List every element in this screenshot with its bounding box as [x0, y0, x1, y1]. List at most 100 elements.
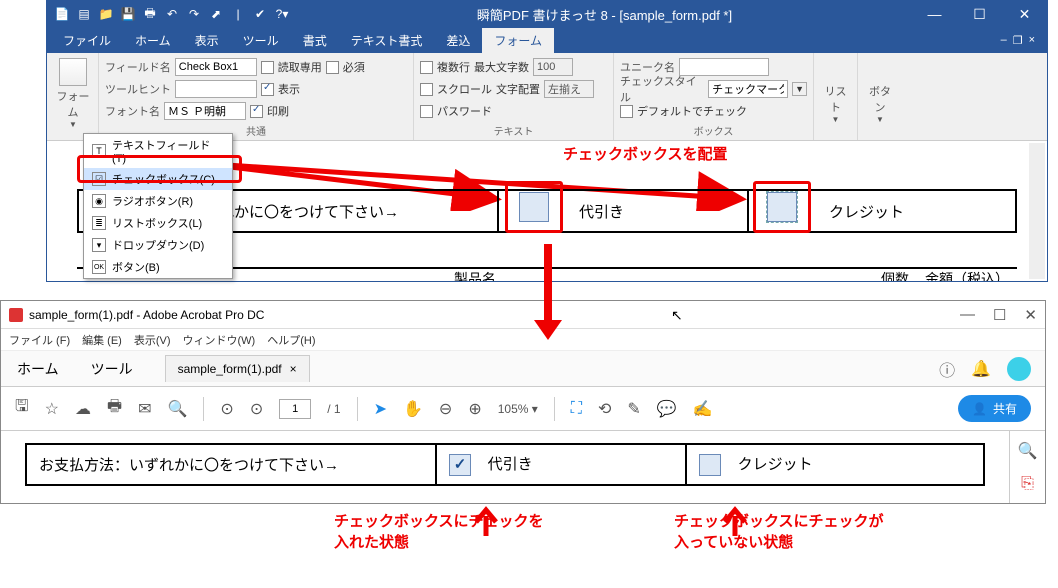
maximize-button[interactable]: ☐ [957, 1, 1002, 27]
dd-button[interactable]: OKボタン(B) [84, 256, 232, 278]
titlebar: 📄 ▤ 📁 💾 🖶 ↶ ↷ ⬈ | ✔ ?▾ 瞬簡PDF 書けまっせ 8 - [… [47, 1, 1047, 27]
dd-radio[interactable]: ◉ラジオボタン(R) [84, 190, 232, 212]
fit-icon[interactable]: ⛶ [571, 400, 582, 418]
select-icon[interactable]: ➤ [374, 399, 387, 419]
checkbox-unchecked[interactable] [699, 454, 721, 476]
zoom-in-icon[interactable]: ⊕ [468, 399, 481, 419]
print-checkbox[interactable] [250, 105, 263, 118]
ribbon-group-form: フォーム ▼ [47, 53, 99, 140]
align-input [544, 80, 594, 98]
checkstyle-select[interactable] [708, 80, 788, 98]
close-tab-icon[interactable]: × [290, 362, 297, 376]
chevron-down-icon[interactable]: ▼ [792, 82, 807, 96]
next-page-icon[interactable]: ⊙ [250, 399, 263, 419]
menu-view[interactable]: 表示(V) [134, 332, 171, 348]
share-button[interactable]: 👤共有 [958, 395, 1031, 422]
close-button[interactable]: ✕ [1002, 1, 1047, 27]
print-icon[interactable]: 🖶 [107, 395, 122, 422]
window-title: 瞬簡PDF 書けまっせ 8 - [sample_form.pdf *] [297, 5, 912, 24]
bell-icon[interactable]: 🔔 [971, 359, 991, 379]
qat-new-icon[interactable]: ▤ [75, 5, 93, 23]
page-input[interactable] [279, 399, 311, 419]
table-row: お支払方法：いずれかに〇をつけて下さい→ ✓ 代引き クレジット [26, 444, 984, 485]
default-check-checkbox[interactable] [620, 105, 633, 118]
menu-tool[interactable]: ツール [231, 28, 291, 53]
qat-redo-icon[interactable]: ↷ [185, 5, 203, 23]
menu-file[interactable]: ファイル (F) [9, 332, 70, 348]
maxchars-input [533, 58, 573, 76]
menu-format[interactable]: 書式 [291, 28, 339, 53]
acrobat-icon [9, 308, 23, 322]
highlight-icon[interactable]: ✎ [627, 399, 640, 419]
menu-help[interactable]: ヘルプ(H) [267, 332, 315, 348]
radio-icon: ◉ [92, 194, 106, 208]
rotate-icon[interactable]: ⟲ [598, 399, 611, 419]
help-icon[interactable]: ⓘ [939, 357, 955, 381]
comment-icon[interactable]: 💬 [657, 399, 677, 419]
ribbon-group-common: フィールド名 読取専用 必須 ツールヒント 表示 フォント名 印刷 共通 [99, 53, 414, 140]
tooltip-input[interactable] [175, 80, 257, 98]
dd-textfield[interactable]: Tテキストフィールド(T) [84, 134, 232, 168]
qat-undo-icon[interactable]: ↶ [163, 5, 181, 23]
acrobat-window: sample_form(1).pdf - Adobe Acrobat Pro D… [0, 300, 1046, 504]
mdi-close-icon[interactable]: × [1029, 34, 1035, 47]
zoom-out-icon[interactable]: ⊖ [439, 399, 452, 419]
list-button[interactable]: リスト▼ [814, 53, 858, 140]
menu-textformat[interactable]: テキスト書式 [339, 28, 435, 53]
menu-view[interactable]: 表示 [183, 28, 231, 53]
minimize-button[interactable]: ― [912, 1, 957, 27]
menu-merge[interactable]: 差込 [434, 28, 482, 53]
menu-home[interactable]: ホーム [123, 28, 183, 53]
scrollbar[interactable] [1029, 143, 1045, 279]
required-checkbox[interactable] [326, 61, 339, 74]
visible-checkbox[interactable] [261, 83, 274, 96]
readonly-checkbox[interactable] [261, 61, 274, 74]
menu-file[interactable]: ファイル [51, 28, 123, 53]
qat-save-icon[interactable]: 💾 [119, 5, 137, 23]
qat-help-icon[interactable]: ?▾ [273, 5, 291, 23]
tab-tool[interactable]: ツール [75, 359, 149, 379]
dd-listbox[interactable]: ≣リストボックス(L) [84, 212, 232, 234]
button-button[interactable]: ボタン▼ [858, 53, 902, 140]
minimize-button[interactable]: ― [960, 306, 975, 324]
qat-open-icon[interactable]: 📁 [97, 5, 115, 23]
tab-file[interactable]: sample_form(1).pdf× [165, 355, 310, 382]
tab-home[interactable]: ホーム [1, 359, 75, 379]
qat-print-icon[interactable]: 🖶 [141, 5, 159, 23]
ribbon: フォーム ▼ フィールド名 読取専用 必須 ツールヒント 表示 フォント名 印刷… [47, 53, 1047, 141]
form-dropdown-button[interactable]: フォーム ▼ [53, 58, 93, 129]
mail-icon[interactable]: ✉ [138, 399, 151, 419]
font-input[interactable] [164, 102, 246, 120]
qat-pointer-icon[interactable]: ⬈ [207, 5, 225, 23]
dd-checkbox[interactable]: ☑チェックボックス(C) [84, 168, 232, 190]
arrow-down-icon [528, 244, 568, 344]
prev-page-icon[interactable]: ⊙ [220, 399, 233, 419]
sign-icon[interactable]: ✍ [693, 399, 713, 419]
mdi-max-icon[interactable]: ❐ [1013, 34, 1023, 47]
maximize-button[interactable]: ☐ [993, 306, 1006, 324]
acrobat-tabs: ホーム ツール sample_form(1).pdf× ⓘ 🔔 [1, 351, 1045, 387]
search-icon[interactable]: 🔍 [168, 399, 188, 419]
search-panel-icon[interactable]: 🔍 [1018, 441, 1038, 461]
cloud-icon[interactable]: ☁ [75, 399, 91, 419]
qat-text-icon[interactable]: | [229, 5, 247, 23]
menu-edit[interactable]: 編集 (E) [82, 332, 122, 348]
qat-check-icon[interactable]: ✔ [251, 5, 269, 23]
zoom-select[interactable]: 105% ▾ [498, 402, 538, 416]
close-button[interactable]: ✕ [1024, 306, 1037, 324]
save-icon[interactable]: 🖫 [15, 395, 29, 422]
placed-checkbox-2[interactable] [753, 181, 811, 233]
arrow-up-icon [471, 506, 501, 536]
mdi-min-icon[interactable]: – [1001, 34, 1007, 47]
star-icon[interactable]: ☆ [45, 399, 59, 419]
menu-form[interactable]: フォーム [482, 28, 554, 53]
dd-dropdown[interactable]: ▾ドロップダウン(D) [84, 234, 232, 256]
field-name-input[interactable] [175, 58, 257, 76]
menu-window[interactable]: ウィンドウ(W) [183, 332, 256, 348]
placed-checkbox-1[interactable] [505, 181, 563, 233]
export-panel-icon[interactable]: ⎘ [1021, 475, 1034, 493]
checkbox-checked[interactable]: ✓ [449, 454, 471, 476]
checkstyle-label: チェックスタイル [620, 73, 704, 105]
avatar[interactable] [1007, 357, 1031, 381]
hand-icon[interactable]: ✋ [403, 399, 423, 419]
